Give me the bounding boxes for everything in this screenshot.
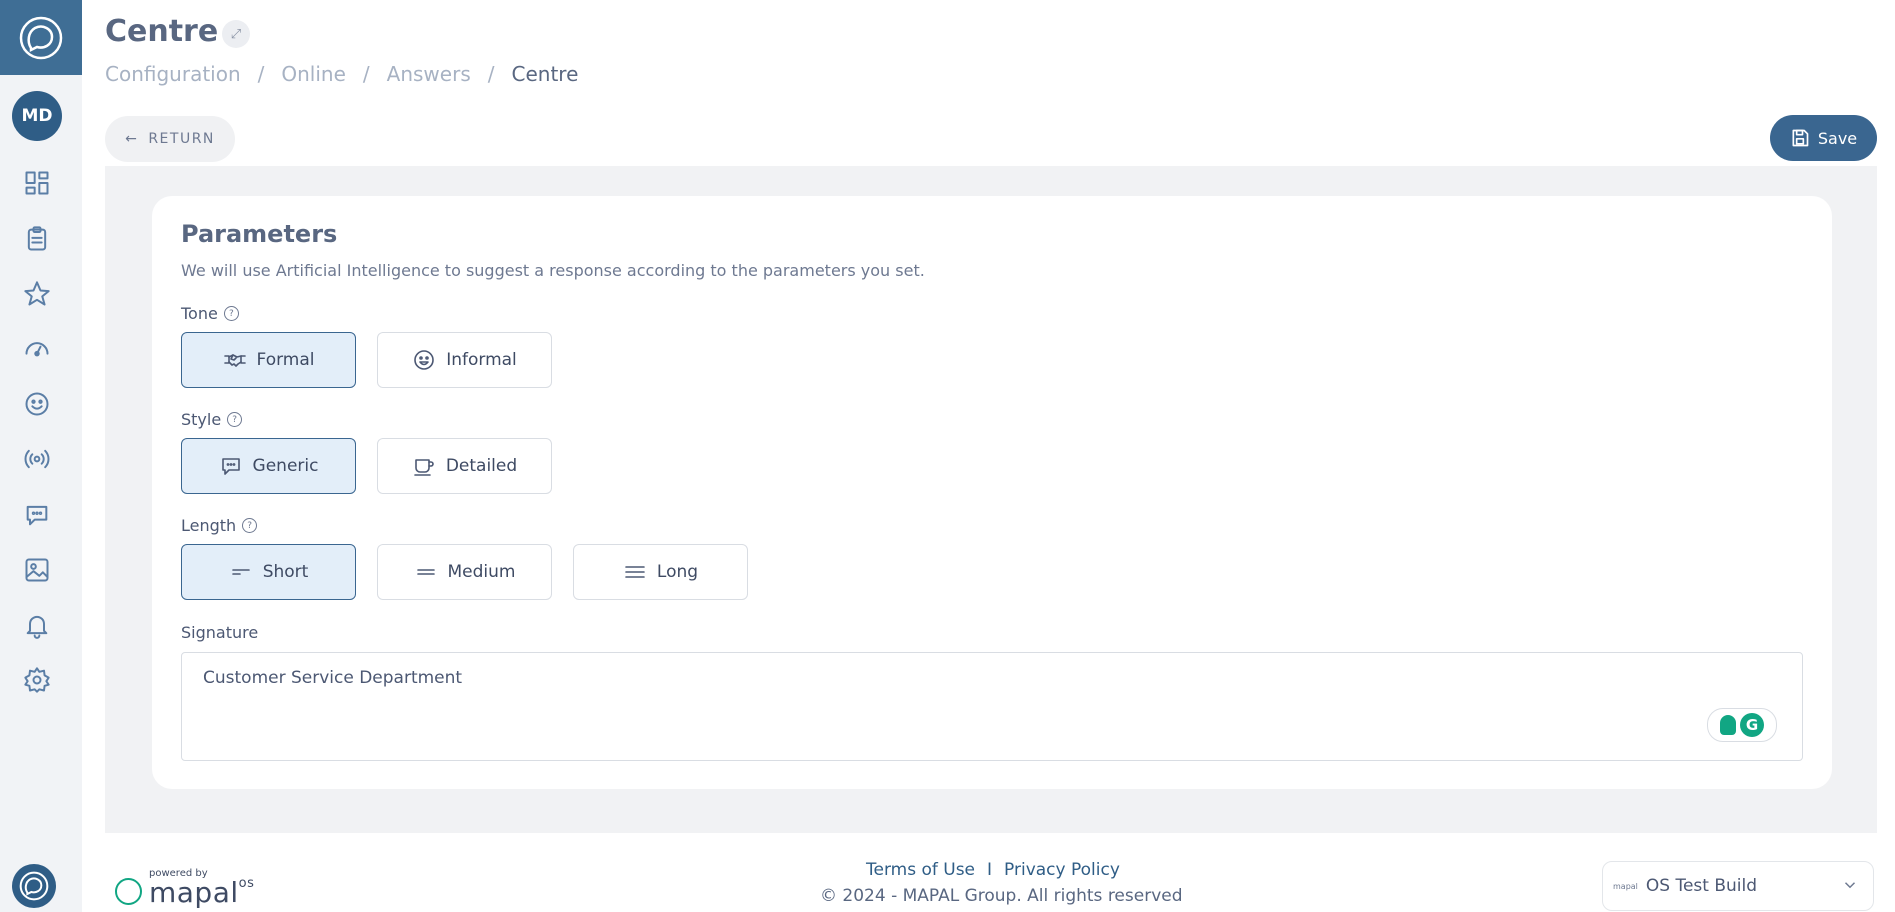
long-lines-icon <box>625 566 645 578</box>
length-option-label: Short <box>262 562 309 582</box>
footer-divider: I <box>987 860 993 880</box>
length-option-label: Long <box>656 562 699 582</box>
brand-suffix: os <box>238 876 255 891</box>
build-select[interactable]: mapal OS Test Build <box>1602 861 1874 911</box>
dashboard-icon[interactable] <box>22 168 52 198</box>
signature-textarea[interactable]: Customer Service Department G <box>181 652 1803 761</box>
avatar-initials: MD <box>21 106 53 126</box>
breadcrumb-separator: / <box>362 62 370 86</box>
privacy-link[interactable]: Privacy Policy <box>1004 860 1120 880</box>
chat-icon[interactable] <box>22 500 52 530</box>
image-icon[interactable] <box>22 555 52 585</box>
app-logo-icon <box>19 871 49 901</box>
parameters-description: We will use Artificial Intelligence to s… <box>181 261 925 280</box>
length-label-text: Length <box>181 516 237 535</box>
breadcrumb-item-answers[interactable]: Answers <box>387 62 471 86</box>
bell-icon[interactable] <box>22 610 52 640</box>
style-option-label: Generic <box>252 456 319 476</box>
floppy-disk-icon <box>1792 129 1809 147</box>
length-label: Length ? <box>181 516 258 535</box>
smiley-icon <box>414 350 435 370</box>
grammarly-widget[interactable]: G <box>1707 708 1777 742</box>
expand-button[interactable]: ⤢ <box>222 20 250 48</box>
breadcrumb-item-centre: Centre <box>511 62 579 86</box>
help-icon[interactable]: ? <box>242 518 258 533</box>
chevron-down-icon <box>1844 882 1856 889</box>
gauge-icon[interactable] <box>22 334 52 364</box>
lightbulb-icon <box>1720 715 1736 735</box>
grammarly-icon: G <box>1740 713 1764 737</box>
length-option-long[interactable]: Long <box>573 544 748 600</box>
tone-option-label: Formal <box>256 350 315 370</box>
star-icon[interactable] <box>22 279 52 309</box>
return-button[interactable]: ← RETURN <box>105 116 235 162</box>
tone-option-label: Informal <box>446 350 517 370</box>
length-option-label: Medium <box>447 562 516 582</box>
main-area: Parameters We will use Artificial Intell… <box>105 166 1877 833</box>
broadcast-icon[interactable] <box>22 444 52 474</box>
length-option-medium[interactable]: Medium <box>377 544 552 600</box>
breadcrumb-separator: / <box>487 62 495 86</box>
parameters-title: Parameters <box>181 220 338 248</box>
medium-lines-icon <box>416 569 435 575</box>
tone-option-informal[interactable]: Informal <box>377 332 552 388</box>
parameters-card: Parameters We will use Artificial Intell… <box>152 196 1832 789</box>
clipboard-icon[interactable] <box>22 224 52 254</box>
breadcrumb-item-configuration[interactable]: Configuration <box>105 62 241 86</box>
brand-text: mapal <box>149 876 239 909</box>
breadcrumb-item-online[interactable]: Online <box>281 62 346 86</box>
page-title: Centre <box>105 14 219 49</box>
style-option-generic[interactable]: Generic <box>181 438 356 494</box>
mapal-mini-logo: mapal <box>1613 881 1638 891</box>
app-logo-icon <box>19 16 63 59</box>
help-icon[interactable]: ? <box>227 412 243 427</box>
sidebar: MD <box>0 0 82 912</box>
cup-icon <box>414 459 434 476</box>
style-label: Style ? <box>181 410 243 429</box>
style-label-text: Style <box>181 410 222 429</box>
signature-label-text: Signature <box>181 623 259 642</box>
footer-links: Terms of Use I Privacy Policy <box>866 860 1120 880</box>
tone-label: Tone ? <box>181 304 239 323</box>
mapal-wave-icon <box>115 878 142 905</box>
style-option-label: Detailed <box>445 456 518 476</box>
handshake-icon <box>223 354 246 367</box>
arrow-left-icon: ← <box>125 131 139 147</box>
return-label: RETURN <box>148 131 215 147</box>
tone-label-text: Tone <box>181 304 218 323</box>
save-label: Save <box>1817 128 1858 148</box>
terms-link[interactable]: Terms of Use <box>866 860 975 880</box>
breadcrumb-separator: / <box>257 62 265 86</box>
save-button[interactable]: Save <box>1770 115 1877 161</box>
short-lines-icon <box>231 569 250 575</box>
style-option-detailed[interactable]: Detailed <box>377 438 552 494</box>
breadcrumb: Configuration / Online / Answers / Centr… <box>105 62 578 86</box>
expand-icon: ⤢ <box>230 26 242 42</box>
signature-value: Customer Service Department <box>203 668 463 688</box>
copyright: © 2024 - MAPAL Group. All rights reserve… <box>820 886 1183 906</box>
smiley-icon[interactable] <box>22 389 52 419</box>
gear-icon[interactable] <box>22 665 52 695</box>
tone-option-formal[interactable]: Formal <box>181 332 356 388</box>
signature-label: Signature <box>181 623 258 642</box>
help-icon[interactable]: ? <box>223 306 239 321</box>
chat-icon <box>221 458 240 475</box>
brand-name: mapalos <box>149 876 254 909</box>
app-logo[interactable] <box>0 0 82 75</box>
build-select-value: OS Test Build <box>1645 876 1758 896</box>
bottom-logo[interactable] <box>12 864 56 908</box>
avatar[interactable]: MD <box>12 91 62 141</box>
length-option-short[interactable]: Short <box>181 544 356 600</box>
